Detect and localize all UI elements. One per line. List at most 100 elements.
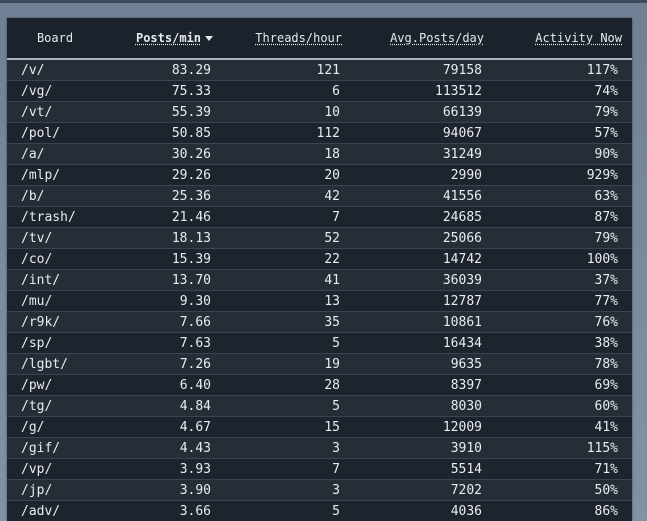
avg-posts-per-day-cell: 4036 <box>352 500 494 521</box>
board-cell[interactable]: /co/ <box>7 248 103 270</box>
avg-posts-per-day-cell: 113512 <box>352 80 494 102</box>
threads-per-hour-cell: 121 <box>223 59 352 81</box>
board-cell[interactable]: /sp/ <box>7 332 103 354</box>
threads-per-hour-cell: 5 <box>223 395 352 417</box>
activity-now-cell: 41% <box>494 416 632 438</box>
avg-posts-per-day-cell: 9635 <box>352 353 494 375</box>
posts-per-min-cell: 4.67 <box>103 416 223 438</box>
activity-now-cell: 60% <box>494 395 632 417</box>
board-cell[interactable]: /g/ <box>7 416 103 438</box>
activity-now-cell: 57% <box>494 122 632 144</box>
posts-per-min-cell: 75.33 <box>103 80 223 102</box>
board-cell[interactable]: /pw/ <box>7 374 103 396</box>
board-cell[interactable]: /r9k/ <box>7 311 103 333</box>
activity-now-cell: 71% <box>494 458 632 480</box>
column-header-label: Activity Now <box>535 31 622 45</box>
posts-per-min-cell: 7.26 <box>103 353 223 375</box>
threads-per-hour-cell: 19 <box>223 353 352 375</box>
avg-posts-per-day-cell: 8397 <box>352 374 494 396</box>
table-row: /mu/9.30 13 12787 77% <box>7 290 632 312</box>
activity-now-cell: 79% <box>494 227 632 249</box>
activity-now-cell: 100% <box>494 248 632 270</box>
posts-per-min-cell: 7.66 <box>103 311 223 333</box>
column-header-posts-per-min[interactable]: Posts/min <box>103 18 223 60</box>
posts-per-min-cell: 29.26 <box>103 164 223 186</box>
board-cell[interactable]: /trash/ <box>7 206 103 228</box>
posts-per-min-cell: 6.40 <box>103 374 223 396</box>
posts-per-min-cell: 13.70 <box>103 269 223 291</box>
table-row: /pw/6.40 28 8397 69% <box>7 374 632 396</box>
posts-per-min-cell: 3.90 <box>103 479 223 501</box>
posts-per-min-cell: 18.13 <box>103 227 223 249</box>
board-cell[interactable]: /jp/ <box>7 479 103 501</box>
header-row: Board Posts/min Threads/hour Avg.Posts/d… <box>7 18 632 60</box>
table-row: /vp/3.93 7 5514 71% <box>7 458 632 480</box>
activity-now-cell: 86% <box>494 500 632 521</box>
table-row: /vt/55.39 10 66139 79% <box>7 101 632 123</box>
table-row: /tv/18.13 52 25066 79% <box>7 227 632 249</box>
threads-per-hour-cell: 6 <box>223 80 352 102</box>
avg-posts-per-day-cell: 8030 <box>352 395 494 417</box>
threads-per-hour-cell: 7 <box>223 206 352 228</box>
threads-per-hour-cell: 5 <box>223 332 352 354</box>
avg-posts-per-day-cell: 10861 <box>352 311 494 333</box>
activity-now-cell: 69% <box>494 374 632 396</box>
board-cell[interactable]: /pol/ <box>7 122 103 144</box>
board-cell[interactable]: /v/ <box>7 59 103 81</box>
board-cell[interactable]: /gif/ <box>7 437 103 459</box>
threads-per-hour-cell: 42 <box>223 185 352 207</box>
avg-posts-per-day-cell: 41556 <box>352 185 494 207</box>
avg-posts-per-day-cell: 12787 <box>352 290 494 312</box>
column-header-label: Threads/hour <box>255 31 342 45</box>
avg-posts-per-day-cell: 7202 <box>352 479 494 501</box>
sort-descending-icon <box>205 36 213 41</box>
column-header-avg-posts-per-day[interactable]: Avg.Posts/day <box>352 18 494 60</box>
posts-per-min-cell: 3.66 <box>103 500 223 521</box>
threads-per-hour-cell: 41 <box>223 269 352 291</box>
threads-per-hour-cell: 7 <box>223 458 352 480</box>
board-cell[interactable]: /mlp/ <box>7 164 103 186</box>
threads-per-hour-cell: 28 <box>223 374 352 396</box>
posts-per-min-cell: 21.46 <box>103 206 223 228</box>
threads-per-hour-cell: 52 <box>223 227 352 249</box>
avg-posts-per-day-cell: 31249 <box>352 143 494 165</box>
board-cell[interactable]: /lgbt/ <box>7 353 103 375</box>
board-cell[interactable]: /vp/ <box>7 458 103 480</box>
board-cell[interactable]: /mu/ <box>7 290 103 312</box>
threads-per-hour-cell: 5 <box>223 500 352 521</box>
posts-per-min-cell: 3.93 <box>103 458 223 480</box>
avg-posts-per-day-cell: 14742 <box>352 248 494 270</box>
activity-now-cell: 79% <box>494 101 632 123</box>
table-row: /r9k/7.66 35 10861 76% <box>7 311 632 333</box>
threads-per-hour-cell: 13 <box>223 290 352 312</box>
board-cell[interactable]: /vt/ <box>7 101 103 123</box>
avg-posts-per-day-cell: 79158 <box>352 59 494 81</box>
column-header-board[interactable]: Board <box>7 18 103 60</box>
activity-now-cell: 117% <box>494 59 632 81</box>
column-header-label: Avg.Posts/day <box>390 31 484 45</box>
posts-per-min-cell: 7.63 <box>103 332 223 354</box>
threads-per-hour-cell: 22 <box>223 248 352 270</box>
board-cell[interactable]: /b/ <box>7 185 103 207</box>
board-cell[interactable]: /adv/ <box>7 500 103 521</box>
activity-now-cell: 50% <box>494 479 632 501</box>
board-cell[interactable]: /tv/ <box>7 227 103 249</box>
board-cell[interactable]: /vg/ <box>7 80 103 102</box>
board-cell[interactable]: /tg/ <box>7 395 103 417</box>
avg-posts-per-day-cell: 3910 <box>352 437 494 459</box>
board-cell[interactable]: /a/ <box>7 143 103 165</box>
column-header-activity-now[interactable]: Activity Now <box>494 18 632 60</box>
column-header-threads-per-hour[interactable]: Threads/hour <box>223 18 352 60</box>
activity-now-cell: 63% <box>494 185 632 207</box>
table-row: /sp/7.63 5 16434 38% <box>7 332 632 354</box>
table-row: /vg/75.33 6 113512 74% <box>7 80 632 102</box>
activity-now-cell: 929% <box>494 164 632 186</box>
threads-per-hour-cell: 20 <box>223 164 352 186</box>
table-row: /gif/4.43 3 3910 115% <box>7 437 632 459</box>
board-cell[interactable]: /int/ <box>7 269 103 291</box>
table-row: /int/13.70 41 36039 37% <box>7 269 632 291</box>
threads-per-hour-cell: 3 <box>223 479 352 501</box>
table-row: /co/15.39 22 14742 100% <box>7 248 632 270</box>
posts-per-min-cell: 9.30 <box>103 290 223 312</box>
activity-now-cell: 38% <box>494 332 632 354</box>
